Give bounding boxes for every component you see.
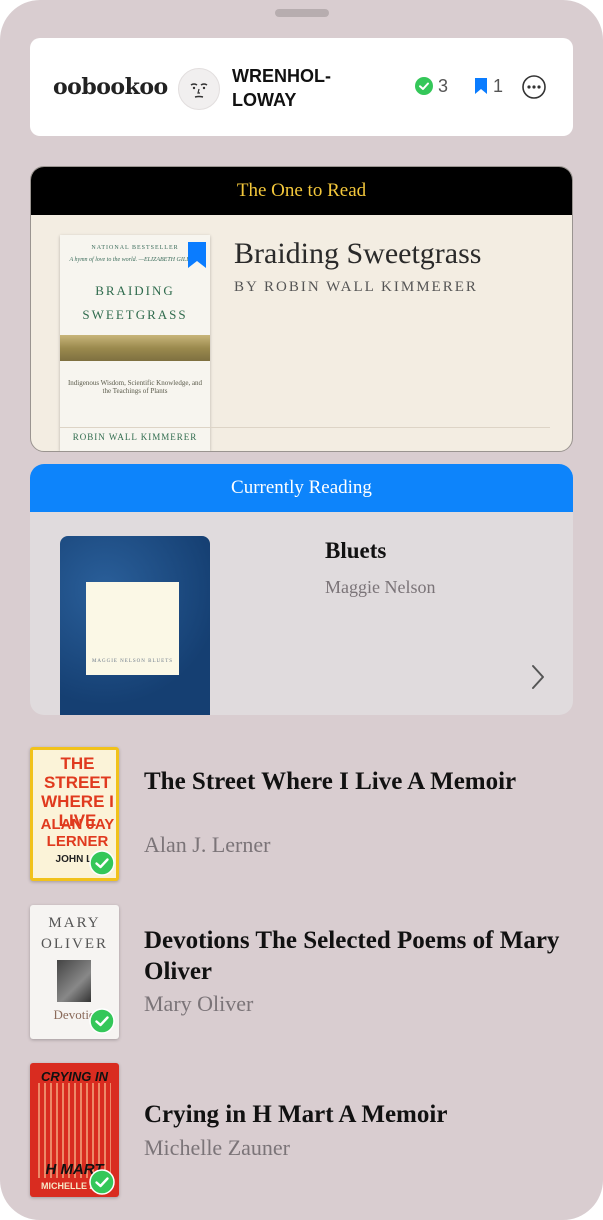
chevron-right-icon[interactable] [531,664,545,690]
cover-title-line1: BRAIDING [95,283,175,298]
cover-photo [57,960,91,1002]
list-item[interactable]: THE STREET WHERE I LIVE ALAN JAY LERNER … [30,747,590,881]
book-cover[interactable]: MAGGIE NELSON BLUETS [60,536,210,715]
featured-label: The One to Read [31,167,572,215]
divider [60,427,550,428]
featured-title: Braiding Sweetgrass [234,237,482,270]
bookmark-icon [475,78,487,94]
bookmark-icon[interactable] [187,241,207,269]
current-title: Bluets [325,538,387,563]
notch [275,9,329,17]
currently-reading-label: Currently Reading [30,464,573,512]
cover-author: ROBIN WALL KIMMERER [72,432,198,442]
face-icon [190,83,208,98]
app-logo[interactable]: oobookoo [53,74,168,100]
check-circle-icon [89,1008,115,1034]
cover-author: ALAN JAY LERNER [40,816,115,850]
check-circle-icon [415,77,433,95]
book-title: Crying in H Mart A Memoir [144,1101,448,1128]
avatar[interactable] [178,68,220,110]
header-bar: oobookoo WRENHOL-LOWAY 3 1 [30,38,573,136]
featured-book-card[interactable]: The One to Read NATIONAL BESTSELLER A hy… [30,166,573,452]
book-title: The Street Where I Live A Memoir [144,768,517,795]
current-author: Maggie Nelson [325,577,436,597]
book-author: Mary Oliver [144,991,254,1016]
list-item[interactable]: CRYING IN H MART MICHELLE ZAU Crying in … [30,1063,590,1197]
book-author: Michelle Zauner [144,1135,290,1160]
cover-subtitle: Indigenous Wisdom, Scientific Knowledge,… [67,379,203,395]
braid-image [60,335,210,361]
check-circle-icon [89,1169,115,1195]
cover-title: MARY OLIVER [41,915,108,952]
more-options-icon[interactable] [522,75,546,99]
book-title: Devotions The Selected Poems of Mary Oli… [144,927,560,985]
cover-title-line2: SWEETGRASS [82,307,188,322]
cover-caption: MAGGIE NELSON BLUETS [91,659,174,664]
cover-title: CRYING IN [41,1069,108,1084]
saved-count-value: 1 [493,76,504,96]
check-circle-icon [89,850,115,876]
currently-reading-card[interactable]: Currently Reading MAGGIE NELSON BLUETS B… [30,464,573,715]
finished-count-value: 3 [438,76,449,96]
book-author: Alan J. Lerner [144,832,271,857]
app-screen: oobookoo WRENHOL-LOWAY 3 1 The One to Re… [0,0,603,1220]
featured-author: BY ROBIN WALL KIMMERER [234,279,478,295]
finished-count[interactable]: 3 [415,76,448,97]
username[interactable]: WRENHOL-LOWAY [232,64,372,112]
list-item[interactable]: MARY OLIVER Devotio Devotions The Select… [30,905,590,1039]
saved-count[interactable]: 1 [474,76,503,97]
